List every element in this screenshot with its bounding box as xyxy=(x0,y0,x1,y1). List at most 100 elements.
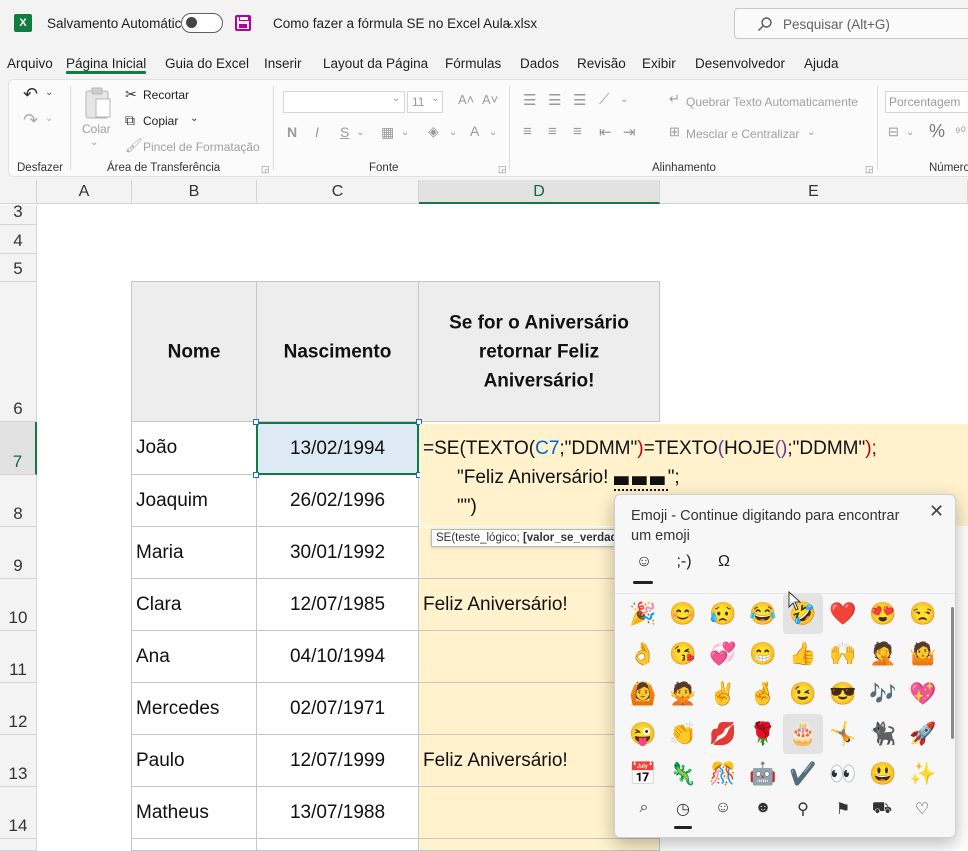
emoji-scrollbar[interactable] xyxy=(951,607,954,739)
cell-name[interactable]: Ana xyxy=(132,631,257,683)
copy-icon[interactable]: ⧉ xyxy=(125,112,135,129)
search-input[interactable]: Pesquisar (Alt+G) xyxy=(734,8,968,39)
emoji-item[interactable]: 💋 xyxy=(703,714,743,754)
cell-birth[interactable]: 04/10/1994 xyxy=(257,631,419,683)
merge-center-button[interactable]: Mesclar e Centralizar xyxy=(686,127,799,141)
emoji-item[interactable]: 😘 xyxy=(663,634,703,674)
emoji-item[interactable]: 🚀 xyxy=(903,714,943,754)
search-icon[interactable]: ⌕ xyxy=(630,799,658,817)
cell-birth[interactable]: 12/07/1999 xyxy=(257,735,419,787)
chevron-down-icon[interactable]: ⌄ xyxy=(401,127,409,138)
column-header-b[interactable]: B xyxy=(132,180,257,204)
redo-icon[interactable]: ↷ xyxy=(23,110,38,131)
cell-name[interactable]: Maria xyxy=(132,527,257,579)
active-cell-c7[interactable]: 13/02/1994 xyxy=(256,422,419,475)
emoji-item[interactable]: 📅 xyxy=(623,754,663,794)
chevron-down-icon[interactable]: ⌄ xyxy=(620,94,628,105)
merge-center-icon[interactable]: ⊞ xyxy=(669,124,680,140)
emoji-item[interactable]: 😊 xyxy=(663,594,703,634)
emoji-item[interactable]: 😍 xyxy=(863,594,903,634)
bold-button[interactable]: N xyxy=(287,124,297,140)
cell-name[interactable]: Matheus xyxy=(132,787,257,839)
emoji-item[interactable]: ✌️ xyxy=(703,674,743,714)
font-name-select[interactable] xyxy=(283,91,405,113)
emoji-item[interactable]: 🤞 xyxy=(743,674,783,714)
emoji-item[interactable]: 💞 xyxy=(703,634,743,674)
percent-button[interactable]: % xyxy=(929,121,945,142)
format-painter-button[interactable]: Pincel de Formatação xyxy=(143,140,260,154)
dialog-launcher-icon[interactable]: ◲ xyxy=(865,164,874,175)
row-header-15[interactable] xyxy=(0,839,37,851)
align-right-icon[interactable]: ≡ xyxy=(573,123,582,140)
cell-name[interactable]: Paulo xyxy=(132,735,257,787)
dialog-launcher-icon[interactable]: ◲ xyxy=(261,164,270,175)
column-header-c[interactable]: C xyxy=(257,180,419,204)
scissors-icon[interactable]: ✂ xyxy=(125,86,137,103)
undo-icon[interactable]: ↶ xyxy=(23,84,38,105)
cell-birth[interactable]: 02/07/1971 xyxy=(257,683,419,735)
number-format-select[interactable]: Porcentagem xyxy=(885,91,968,113)
column-header-d[interactable]: D xyxy=(419,180,660,204)
emoji-item[interactable]: 🌹 xyxy=(743,714,783,754)
row-header-5[interactable]: 5 xyxy=(0,254,37,282)
emoji-item[interactable]: 🤦 xyxy=(863,634,903,674)
tab-kaomoji[interactable]: ;-) xyxy=(670,553,698,571)
decrease-indent-icon[interactable]: ⇤ xyxy=(599,123,612,141)
comma-style-icon[interactable]: ⁹⁰ xyxy=(955,124,966,140)
tab-layout-da-pagina[interactable]: Layout da Página xyxy=(323,56,428,71)
header-cell-result[interactable]: Se for o Aniversário retornar Feliz Aniv… xyxy=(419,282,660,422)
align-top-icon[interactable]: ☰ xyxy=(523,91,536,109)
font-color-icon[interactable]: A xyxy=(470,123,479,139)
column-header-e[interactable]: E xyxy=(660,180,968,204)
align-middle-icon[interactable]: ☰ xyxy=(548,91,561,109)
tab-dados[interactable]: Dados xyxy=(520,56,559,71)
heart-icon[interactable]: ♡ xyxy=(908,799,936,819)
cell-birth[interactable]: 30/01/1992 xyxy=(257,527,419,579)
cell-empty[interactable] xyxy=(257,839,419,851)
tab-emoji[interactable]: ☺ xyxy=(630,553,658,571)
chevron-down-icon[interactable]: ⌄ xyxy=(807,127,815,138)
emoji-item[interactable]: 👀 xyxy=(823,754,863,794)
align-left-icon[interactable]: ≡ xyxy=(523,123,532,140)
paste-icon[interactable] xyxy=(83,86,113,120)
chevron-down-icon[interactable]: ⌄ xyxy=(45,87,53,98)
row-header-14[interactable]: 14 xyxy=(0,787,37,839)
wrap-text-icon[interactable]: ↵ xyxy=(669,91,680,107)
function-tooltip[interactable]: SE(teste_lógico; [valor_se_verdadeiro] xyxy=(431,529,621,547)
currency-icon[interactable]: ⊟ xyxy=(888,124,899,140)
document-title[interactable]: Como fazer a fórmula SE no Excel Aula.xl… xyxy=(273,16,537,31)
cell-empty[interactable] xyxy=(419,839,660,851)
chevron-down-icon[interactable]: ⌄ xyxy=(906,127,914,138)
emoji-item[interactable]: 😉 xyxy=(783,674,823,714)
emoji-item[interactable]: 🙌 xyxy=(823,634,863,674)
emoji-item[interactable]: ❤️ xyxy=(823,594,863,634)
tab-desenvolvedor[interactable]: Desenvolvedor xyxy=(695,56,785,71)
emoji-item[interactable]: 🎂 xyxy=(783,714,823,754)
row-header-13[interactable]: 13 xyxy=(0,735,37,787)
cell-name[interactable]: Mercedes xyxy=(132,683,257,735)
emoji-item[interactable]: 💖 xyxy=(903,674,943,714)
emoji-item[interactable]: 😁 xyxy=(743,634,783,674)
emoji-item[interactable]: 😎 xyxy=(823,674,863,714)
cell-empty[interactable] xyxy=(132,839,257,851)
emoji-item[interactable]: 😥 xyxy=(703,594,743,634)
emoji-item[interactable]: 🎉 xyxy=(623,594,663,634)
people-icon[interactable]: ☻ xyxy=(749,799,777,817)
italic-button[interactable]: I xyxy=(315,124,319,140)
row-header-3[interactable]: 3 xyxy=(0,202,37,225)
emoji-item[interactable]: 👍 xyxy=(783,634,823,674)
emoji-item[interactable]: ✔️ xyxy=(783,754,823,794)
emoji-item[interactable]: 👌 xyxy=(623,634,663,674)
row-header-8[interactable]: 8 xyxy=(0,475,37,527)
row-header-7[interactable]: 7 xyxy=(0,422,37,475)
range-handle[interactable] xyxy=(253,472,259,478)
borders-icon[interactable]: ▦ xyxy=(381,124,394,141)
paste-button[interactable]: Colar xyxy=(82,122,111,136)
emoji-item[interactable]: 😂 xyxy=(743,594,783,634)
row-header-10[interactable]: 10 xyxy=(0,579,37,631)
fill-color-icon[interactable]: ◈ xyxy=(428,123,439,140)
row-header-9[interactable]: 9 xyxy=(0,527,37,579)
underline-button[interactable]: S xyxy=(340,124,349,140)
tab-inserir[interactable]: Inserir xyxy=(264,56,302,71)
emoji-item[interactable]: 🤖 xyxy=(743,754,783,794)
